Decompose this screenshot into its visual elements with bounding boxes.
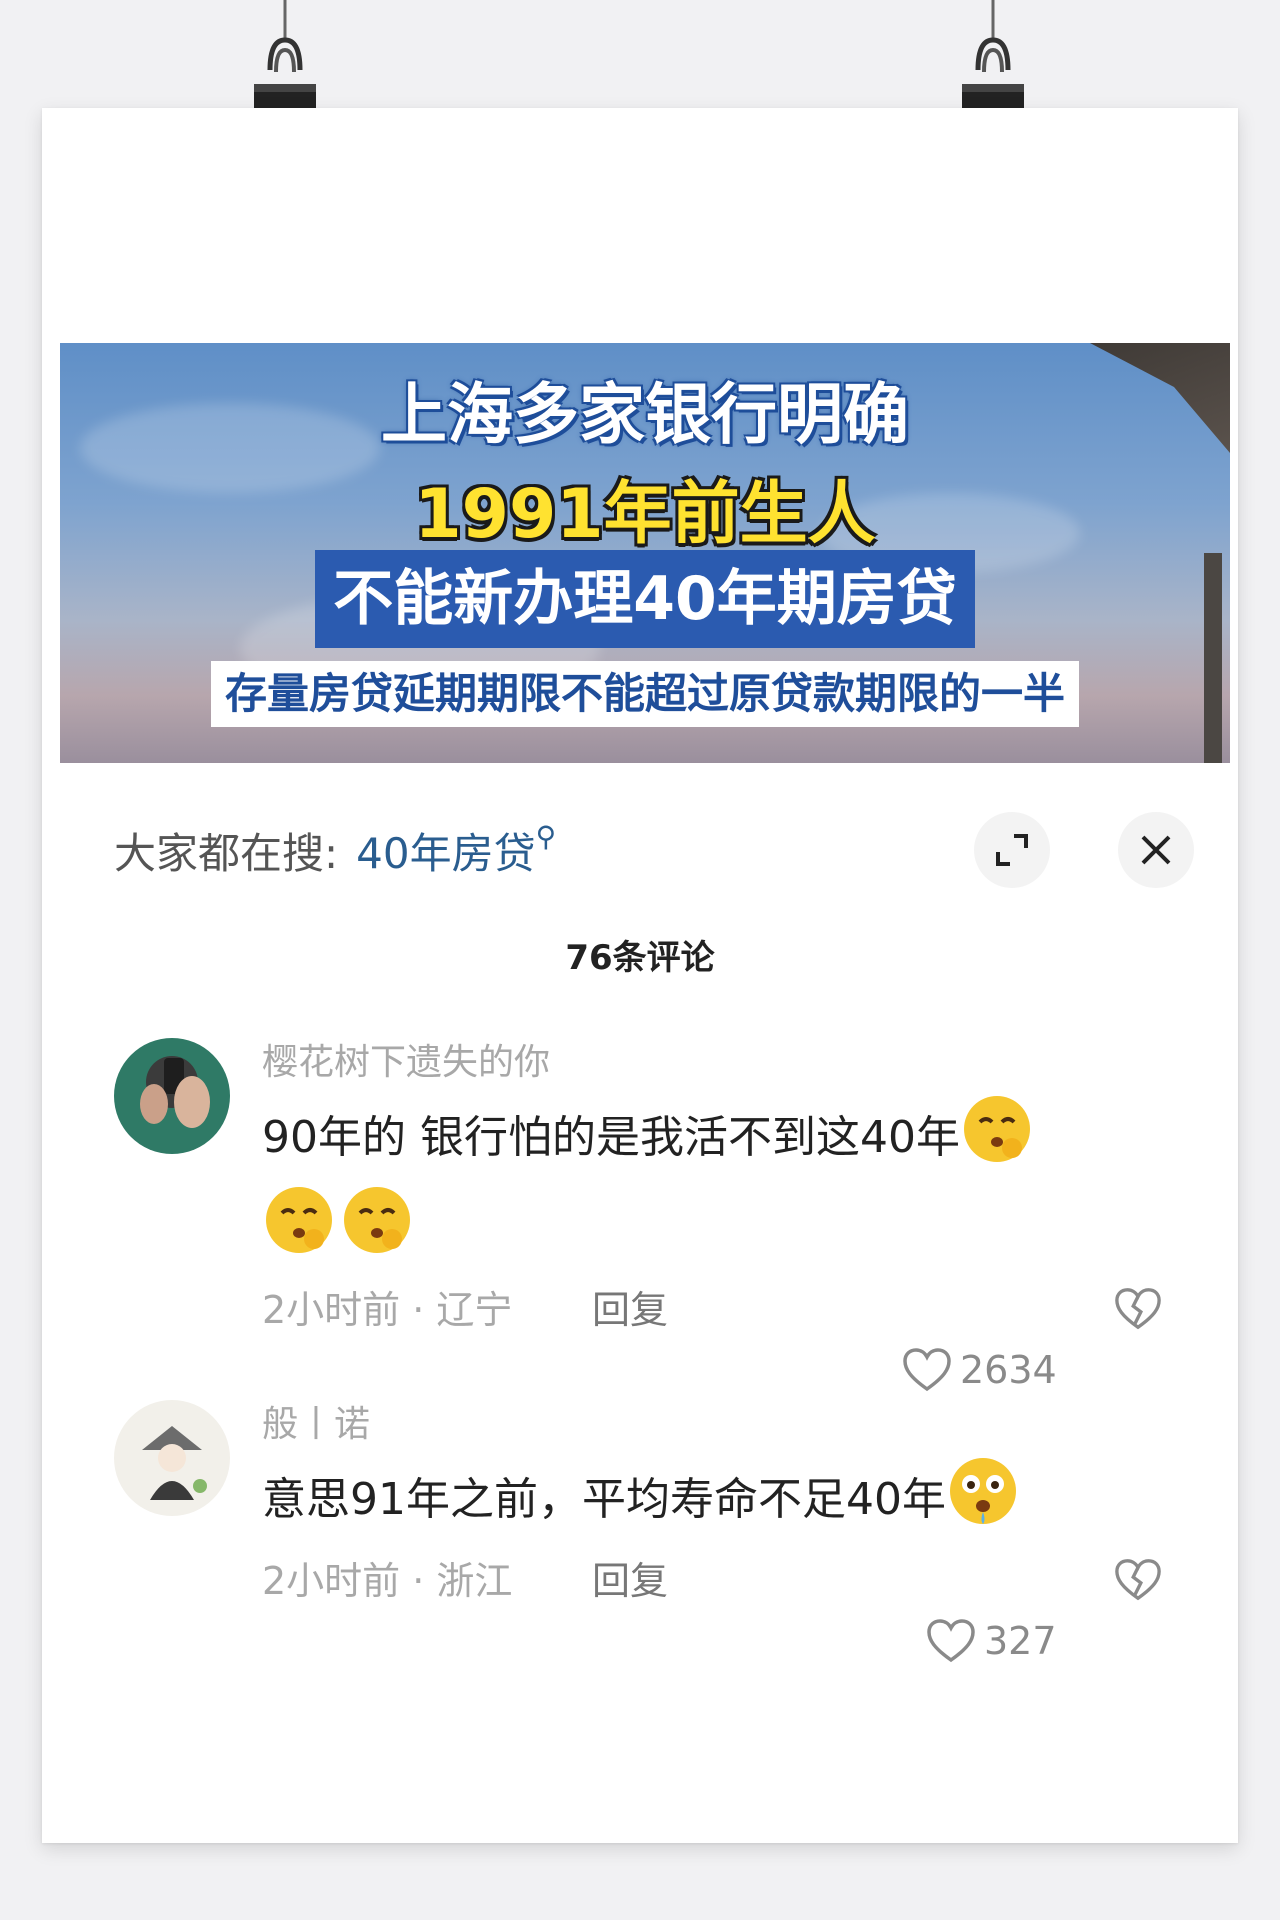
comment-text: 90年的 银行怕的是我活不到这40年 xyxy=(262,1092,1142,1274)
comment-username[interactable]: 樱花树下遗失的你 xyxy=(262,1038,1142,1088)
dislike-button[interactable] xyxy=(1114,1557,1162,1620)
comments-count: 76条评论 xyxy=(565,938,715,978)
comment-meta: 2小时前 · 辽宁 回复 2634 xyxy=(262,1280,1161,1392)
sly-face-emoji-icon xyxy=(344,1187,410,1253)
poster-sheet: 上海多家银行明确 1991年前生人 不能新办理40年期房贷 存量房贷延期期限不能… xyxy=(42,108,1238,1843)
reply-button[interactable]: 回复 xyxy=(592,1551,668,1611)
banner-headline-3: 不能新办理40年期房贷 xyxy=(315,550,975,648)
sly-face-emoji-icon xyxy=(963,1096,1030,1162)
comment-meta: 2小时前 · 浙江 回复 327 xyxy=(262,1551,1161,1663)
comments-panel: 大家都在搜: 40年房贷⚲ 76条评论 樱花树下遗失的你 90年的 银行怕的是我… xyxy=(54,780,1226,1820)
reply-button[interactable]: 回复 xyxy=(592,1280,668,1340)
banner-headline-1: 上海多家银行明确 xyxy=(381,376,909,453)
trending-search-label: 大家都在搜: xyxy=(114,829,339,878)
close-button[interactable] xyxy=(1118,812,1194,888)
search-icon[interactable]: ⚲ xyxy=(536,820,557,853)
trending-search: 大家都在搜: 40年房贷⚲ xyxy=(114,820,556,881)
video-thumbnail-banner[interactable]: 上海多家银行明确 1991年前生人 不能新办理40年期房贷 存量房贷延期期限不能… xyxy=(60,343,1230,763)
expand-button[interactable] xyxy=(974,812,1050,888)
comment-username[interactable]: 般丨诺 xyxy=(262,1400,1142,1450)
heart-icon xyxy=(927,1619,975,1663)
sly-face-emoji-icon xyxy=(266,1187,332,1253)
trending-search-keyword[interactable]: 40年房贷 xyxy=(356,829,535,878)
avatar[interactable] xyxy=(114,1038,230,1154)
banner-subline: 存量房贷延期期限不能超过原贷款期限的一半 xyxy=(210,661,1079,727)
comment-text: 意思91年之前，平均寿命不足40年 xyxy=(262,1454,1142,1545)
expand-icon xyxy=(996,834,1028,866)
dislike-button[interactable] xyxy=(1114,1286,1162,1349)
like-count: 2634 xyxy=(960,1348,1057,1392)
comment-text-content: 意思91年之前，平均寿命不足40年 xyxy=(262,1474,946,1525)
close-icon xyxy=(1141,835,1171,865)
comment-text-content: 90年的 银行怕的是我活不到这40年 xyxy=(262,1112,960,1163)
broken-heart-icon xyxy=(1115,1559,1161,1601)
avatar[interactable] xyxy=(114,1400,230,1516)
flushed-drooling-emoji-icon xyxy=(949,1458,1016,1524)
broken-heart-icon xyxy=(1115,1288,1161,1330)
heart-icon xyxy=(903,1348,951,1392)
like-count: 327 xyxy=(984,1619,1057,1663)
like-button[interactable]: 327 xyxy=(926,1611,1057,1671)
comment-time-location: 2小时前 · 辽宁 xyxy=(262,1288,513,1332)
like-button[interactable]: 2634 xyxy=(902,1340,1057,1400)
banner-headline-2: 1991年前生人 xyxy=(414,475,876,554)
comment-time-location: 2小时前 · 浙江 xyxy=(262,1559,513,1603)
